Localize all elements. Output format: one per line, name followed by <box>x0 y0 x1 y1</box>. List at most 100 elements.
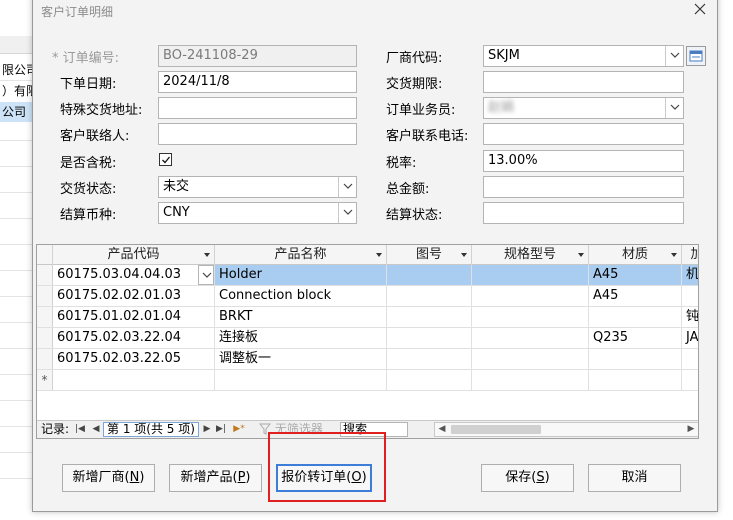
new-record-button[interactable]: ▶* <box>230 422 248 437</box>
column-header-product-name[interactable]: 产品名称 <box>215 245 387 265</box>
column-header-process[interactable]: 加 <box>682 245 698 265</box>
tax-included-checkbox[interactable] <box>159 153 172 166</box>
product-code-cell[interactable]: 60175.03.04.04.03 <box>53 265 215 285</box>
process-cell[interactable]: 机 <box>682 265 698 285</box>
table-row[interactable]: 60175.02.03.22.05 调整板一 <box>37 349 698 370</box>
column-menu-icon[interactable] <box>671 253 677 257</box>
product-name-cell[interactable]: 调整板一 <box>215 349 387 369</box>
process-cell[interactable] <box>682 349 698 369</box>
column-menu-icon[interactable] <box>376 253 382 257</box>
salesperson-combo[interactable]: 赵娟 <box>483 97 684 119</box>
product-name-cell[interactable]: Holder <box>215 265 387 285</box>
column-menu-icon[interactable] <box>461 253 467 257</box>
salesperson-dropdown[interactable] <box>665 98 683 118</box>
process-cell[interactable]: JA <box>682 328 698 348</box>
divider <box>0 192 32 193</box>
material-cell[interactable] <box>589 307 682 327</box>
spec-cell[interactable] <box>472 370 589 390</box>
customer-contact-field[interactable] <box>158 123 357 145</box>
material-cell[interactable]: A45 <box>589 286 682 306</box>
table-row[interactable]: 60175.02.03.22.04 连接板 Q235 JA <box>37 328 698 349</box>
material-cell[interactable] <box>589 349 682 369</box>
next-record-button[interactable]: ▶ <box>200 422 214 437</box>
column-menu-icon[interactable] <box>204 253 210 257</box>
drawing-no-cell[interactable] <box>387 349 472 369</box>
row-indicator[interactable] <box>37 286 53 306</box>
delivery-deadline-field[interactable] <box>483 71 684 93</box>
title-bar[interactable]: 客户订单明细 <box>33 0 717 23</box>
drawing-no-cell[interactable] <box>387 328 472 348</box>
column-header-material[interactable]: 材质 <box>589 245 682 265</box>
vendor-lookup-button[interactable] <box>686 46 706 66</box>
row-indicator[interactable] <box>37 265 53 285</box>
add-vendor-button[interactable]: 新增厂商(N) <box>62 464 155 492</box>
order-no-field[interactable]: BO-241108-29 <box>158 45 357 67</box>
horizontal-scrollbar[interactable]: ◀ ▶ <box>434 422 698 437</box>
close-button[interactable] <box>683 0 717 23</box>
new-row[interactable]: * <box>37 370 698 391</box>
product-name-cell[interactable]: Connection block <box>215 286 387 306</box>
column-header-spec[interactable]: 规格型号 <box>472 245 589 265</box>
table-row[interactable]: 60175.02.02.01.03 Connection block A45 <box>37 286 698 307</box>
material-cell[interactable]: A45 <box>589 265 682 285</box>
vendor-code-combo[interactable]: SKJM <box>483 45 684 67</box>
process-cell[interactable] <box>682 286 698 306</box>
row-indicator[interactable] <box>37 307 53 327</box>
currency-combo[interactable]: CNY <box>158 202 357 224</box>
previous-record-button[interactable]: ◀ <box>89 422 103 437</box>
spec-cell[interactable] <box>472 328 589 348</box>
product-code-cell[interactable]: 60175.02.02.01.03 <box>53 286 215 306</box>
product-name-cell[interactable]: BRKT <box>215 307 387 327</box>
spec-cell[interactable] <box>472 349 589 369</box>
table-row[interactable]: 60175.01.02.01.04 BRKT 钝 <box>37 307 698 328</box>
product-name-cell[interactable]: 连接板 <box>215 328 387 348</box>
column-menu-icon[interactable] <box>578 253 584 257</box>
drawing-no-cell[interactable] <box>387 307 472 327</box>
scroll-right-icon[interactable]: ▶ <box>684 423 698 436</box>
cancel-button[interactable]: 取消 <box>588 464 681 492</box>
table-row[interactable]: 60175.03.04.04.03 Holder A45 机 <box>37 265 698 286</box>
spec-cell[interactable] <box>472 286 589 306</box>
delivery-status-combo[interactable]: 未交 <box>158 176 357 198</box>
last-record-button[interactable]: ▶| <box>214 422 228 437</box>
new-row-marker[interactable]: * <box>37 370 53 390</box>
quote-to-order-button[interactable]: 报价转订单(O) <box>276 464 372 492</box>
customer-phone-field[interactable] <box>483 123 684 145</box>
background-row-selected[interactable]: 公司 <box>0 102 32 122</box>
total-amount-field[interactable] <box>483 176 684 198</box>
drawing-no-cell[interactable] <box>387 265 472 285</box>
row-indicator[interactable] <box>37 328 53 348</box>
drawing-no-cell[interactable] <box>387 370 472 390</box>
chevron-down-icon <box>670 104 680 110</box>
add-product-button[interactable]: 新增产品(P) <box>169 464 262 492</box>
currency-dropdown[interactable] <box>338 203 356 223</box>
salesperson-value: 赵娟 <box>488 100 515 115</box>
product-code-cell[interactable]: 60175.02.03.22.04 <box>53 328 215 348</box>
drawing-no-cell[interactable] <box>387 286 472 306</box>
special-address-field[interactable] <box>158 97 357 119</box>
vendor-code-dropdown[interactable] <box>665 46 683 66</box>
scroll-thumb[interactable] <box>451 425 541 434</box>
first-record-button[interactable]: |◀ <box>73 422 87 437</box>
product-code-cell[interactable]: 60175.01.02.01.04 <box>53 307 215 327</box>
product-code-cell[interactable] <box>53 370 215 390</box>
row-indicator[interactable] <box>37 349 53 369</box>
process-cell[interactable] <box>682 370 698 390</box>
process-cell[interactable]: 钝 <box>682 307 698 327</box>
product-code-cell[interactable]: 60175.02.03.22.05 <box>53 349 215 369</box>
save-button[interactable]: 保存(S) <box>481 464 574 492</box>
delivery-status-dropdown[interactable] <box>338 177 356 197</box>
spec-cell[interactable] <box>472 307 589 327</box>
product-code-dropdown[interactable] <box>198 265 214 285</box>
material-cell[interactable]: Q235 <box>589 328 682 348</box>
spec-cell[interactable] <box>472 265 589 285</box>
current-record-input[interactable]: 第 1 项(共 5 项) <box>103 422 199 437</box>
settlement-status-field[interactable] <box>483 202 684 224</box>
scroll-left-icon[interactable]: ◀ <box>435 423 449 436</box>
column-header-product-code[interactable]: 产品代码 <box>53 245 215 265</box>
column-header-drawing-no[interactable]: 图号 <box>387 245 472 265</box>
order-date-field[interactable]: 2024/11/8 <box>158 71 357 93</box>
material-cell[interactable] <box>589 370 682 390</box>
tax-rate-field[interactable]: 13.00% <box>483 150 684 172</box>
product-name-cell[interactable] <box>215 370 387 390</box>
